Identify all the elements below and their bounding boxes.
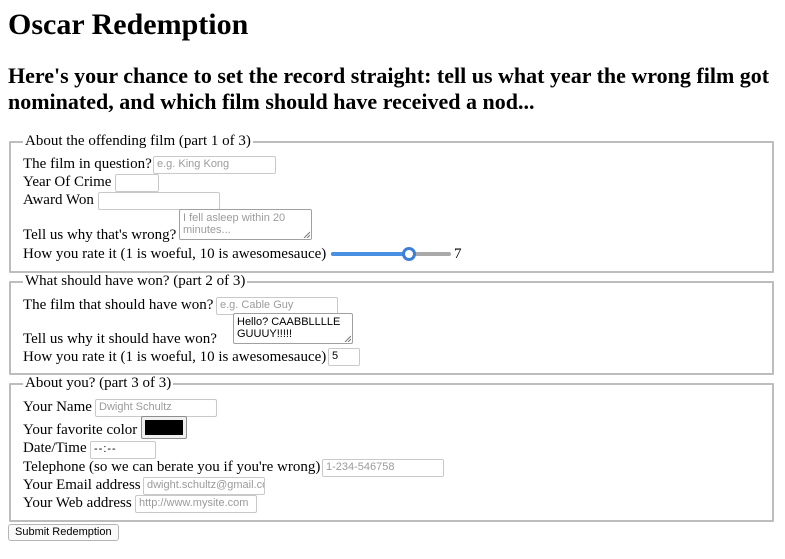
film-in-question-label: The film in question?	[23, 156, 152, 172]
year-of-crime-input[interactable]	[115, 174, 159, 192]
submit-redemption-button[interactable]: Submit Redemption	[8, 524, 119, 541]
fieldset-legend-part1: About the offending film (part 1 of 3)	[23, 133, 253, 150]
fieldset-legend-part2: What should have won? (part 2 of 3)	[23, 273, 248, 290]
year-of-crime-label: Year Of Crime	[23, 174, 112, 190]
slider-thumb[interactable]	[401, 247, 416, 261]
your-name-label: Your Name	[23, 399, 92, 415]
datetime-label: Date/Time	[23, 440, 87, 456]
rate-winner-number-input[interactable]: 5	[328, 348, 360, 366]
your-name-input[interactable]: Dwight Schultz	[95, 399, 217, 417]
favorite-color-picker[interactable]	[141, 416, 187, 439]
page-subtitle: Here's your chance to set the record str…	[8, 63, 770, 114]
why-wrong-textarea[interactable]: I fell asleep within 20 minutes...	[179, 209, 312, 240]
rating-value-display: 7	[454, 246, 462, 262]
award-won-input[interactable]	[98, 192, 220, 210]
slider-track	[331, 252, 451, 256]
award-won-label: Award Won	[23, 192, 94, 208]
web-address-input[interactable]: http://www.mysite.com	[135, 495, 257, 513]
resize-grip-icon[interactable]	[303, 231, 310, 238]
telephone-input[interactable]: 1-234-546758	[322, 459, 444, 477]
rating-slider[interactable]	[331, 245, 451, 263]
resize-grip-icon[interactable]	[344, 335, 351, 342]
why-wrong-placeholder: I fell asleep within 20 minutes...	[183, 212, 286, 236]
fieldset-legend-part3: About you? (part 3 of 3)	[23, 375, 174, 392]
datetime-input[interactable]: --:--	[90, 441, 156, 459]
email-input[interactable]: dwight.schultz@gmail.com	[143, 477, 265, 495]
email-label: Your Email address	[23, 477, 141, 493]
why-should-have-won-textarea[interactable]: Hello? CAABBLLLLE GUUUY!!!!!	[233, 313, 353, 344]
rate-offending-label: How you rate it (1 is woeful, 10 is awes…	[23, 246, 327, 262]
fieldset-should-have-won: What should have won? (part 2 of 3) The …	[9, 273, 774, 375]
film-in-question-input[interactable]: e.g. King Kong	[153, 156, 276, 174]
page-title: Oscar Redemption	[8, 8, 249, 41]
why-wrong-label: Tell us why that's wrong?	[23, 227, 177, 243]
should-have-won-label: The film that should have won?	[23, 297, 214, 313]
why-should-have-won-text: Hello? CAABBLLLLE GUUUY!!!!!	[237, 316, 341, 340]
slider-fill	[331, 252, 409, 256]
favorite-color-label: Your favorite color	[23, 422, 138, 438]
rate-winner-label: How you rate it (1 is woeful, 10 is awes…	[23, 349, 327, 365]
why-should-have-won-label: Tell us why it should have won?	[23, 331, 217, 347]
telephone-label: Telephone (so we can berate you if you'r…	[23, 459, 321, 475]
favorite-color-swatch	[145, 420, 183, 435]
fieldset-offending-film: About the offending film (part 1 of 3) T…	[9, 133, 774, 273]
web-address-label: Your Web address	[23, 495, 132, 511]
fieldset-about-you: About you? (part 3 of 3) Your Name Dwigh…	[9, 375, 774, 522]
